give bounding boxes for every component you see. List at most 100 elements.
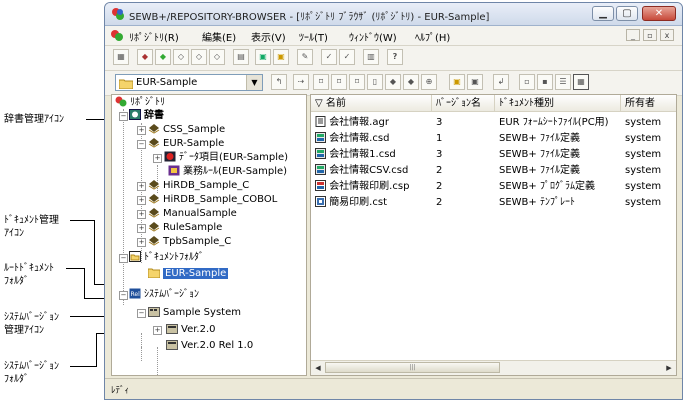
scroll-right-icon[interactable]: ▶ xyxy=(663,362,675,374)
tree-expander[interactable]: + xyxy=(153,154,162,163)
menu-repository[interactable]: ﾘﾎﾟｼﾞﾄﾘ(R) xyxy=(129,29,179,44)
maximize-button[interactable]: ▢ xyxy=(616,6,638,21)
tree-expander[interactable]: + xyxy=(137,126,146,135)
tb-tool-icon[interactable]: ⌑ xyxy=(349,74,365,90)
tree-document-folder[interactable]: ﾄﾞｷｭﾒﾝﾄﾌｫﾙﾀﾞ xyxy=(129,251,204,265)
tb-tool-icon[interactable]: ▣ xyxy=(467,74,483,90)
tb-tool-icon[interactable]: ⌑ xyxy=(313,74,329,90)
tree-item-rule-sample[interactable]: RuleSample xyxy=(148,221,222,235)
tb-tool-icon[interactable]: ▯ xyxy=(367,74,383,90)
menu-bar: ﾘﾎﾟｼﾞﾄﾘ(R) 編集(E) 表示(V) ﾂｰﾙ(T) ｳｨﾝﾄﾞｳ(W) … xyxy=(105,26,682,46)
mdi-restore-button[interactable]: ▫ xyxy=(643,29,657,41)
tree-item-hirdb-cobol[interactable]: HiRDB_Sample_COBOL xyxy=(148,193,277,207)
tree-item-manual-sample[interactable]: ManualSample xyxy=(148,207,237,221)
horizontal-scrollbar[interactable]: ◀ ||| ▶ xyxy=(311,360,676,375)
table-row[interactable]: 会社情報.csd 1 SEWB+ ﾌｧｲﾙ定義 system xyxy=(311,131,676,146)
tb-tool-icon[interactable]: ◇ xyxy=(209,49,225,65)
tb-check-icon[interactable]: ✓ xyxy=(321,49,337,65)
tree-expander[interactable]: − xyxy=(119,254,128,263)
tb-tool-icon[interactable]: ◇ xyxy=(173,49,189,65)
tb-help-icon[interactable]: ? xyxy=(387,49,403,65)
tree-expander[interactable]: + xyxy=(137,182,146,191)
scroll-left-icon[interactable]: ◀ xyxy=(312,362,324,374)
table-row[interactable]: 会社情報.agr 3 EUR ﾌｫｰﾑｼｰﾄﾌｧｲﾙ(PC用) system xyxy=(311,115,676,130)
dictionary-book-icon xyxy=(148,208,160,218)
tree-expander[interactable]: + xyxy=(153,326,162,335)
tree-root[interactable]: ﾘﾎﾟｼﾞﾄﾘ xyxy=(115,96,165,110)
file-definition-icon xyxy=(315,132,326,143)
tree-item-eur-sample[interactable]: EUR-Sample xyxy=(148,137,224,151)
tb-tool-icon[interactable]: ▣ xyxy=(449,74,465,90)
tree-version-2-0[interactable]: Ver.2.0 xyxy=(166,323,216,337)
tree-expander[interactable]: + xyxy=(137,224,146,233)
menu-window[interactable]: ｳｨﾝﾄﾞｳ(W) xyxy=(349,29,397,44)
tree-expander[interactable]: − xyxy=(119,291,128,300)
tree-item-hirdb-c[interactable]: HiRDB_Sample_C xyxy=(148,179,249,193)
column-header-type[interactable]: ﾄﾞｷｭﾒﾝﾄ種別 xyxy=(495,95,621,112)
dictionary-book-icon xyxy=(148,222,160,232)
menu-help[interactable]: ﾍﾙﾌﾟ(H) xyxy=(415,29,450,44)
tb-check-icon[interactable]: ✓ xyxy=(339,49,355,65)
tb-up-icon[interactable]: ↰ xyxy=(271,74,287,90)
tb-large-icons[interactable]: ▫ xyxy=(519,74,535,90)
tb-tool-icon[interactable]: ◆ xyxy=(155,49,171,65)
tree-expander[interactable]: − xyxy=(137,140,146,149)
callout-document-icon: ﾄﾞｷｭﾒﾝﾄ管理 ｱｲｺﾝ xyxy=(4,215,59,239)
tb-tool-icon[interactable]: ◆ xyxy=(403,74,419,90)
tb-tool-icon[interactable]: ⊕ xyxy=(421,74,437,90)
tb-list-view[interactable]: ☰ xyxy=(555,74,571,90)
app-window: SEWB+/REPOSITORY-BROWSER - [ﾘﾎﾟｼﾞﾄﾘ ﾌﾞﾗｳ… xyxy=(104,2,683,400)
tb-tool-icon[interactable]: ↲ xyxy=(493,74,509,90)
column-header-version[interactable]: ﾊﾞｰｼﾞｮﾝ名 xyxy=(432,95,495,112)
app-icon xyxy=(112,8,124,20)
template-icon xyxy=(315,196,326,207)
table-row[interactable]: 会社情報1.csd 3 SEWB+ ﾌｧｲﾙ定義 system xyxy=(311,147,676,162)
tree-root-document-folder[interactable]: EUR-Sample xyxy=(148,267,229,281)
tb-tool-icon[interactable]: ◆ xyxy=(137,49,153,65)
tb-tool-icon[interactable]: ⇢ xyxy=(293,74,309,90)
mdi-minimize-button[interactable]: _ xyxy=(626,29,640,41)
close-button[interactable]: ✕ xyxy=(642,6,676,21)
tree-expander[interactable]: + xyxy=(137,196,146,205)
tb-new-icon[interactable]: ▦ xyxy=(113,49,129,65)
tree-expander[interactable]: − xyxy=(137,309,146,318)
tb-tool-icon[interactable]: ⌑ xyxy=(331,74,347,90)
tb-tool-icon[interactable]: ▣ xyxy=(255,49,271,65)
tree-expander[interactable]: + xyxy=(137,238,146,247)
callout-line xyxy=(94,220,95,284)
table-row[interactable]: 会社情報CSV.csd 2 SEWB+ ﾌｧｲﾙ定義 system xyxy=(311,163,676,178)
mdi-close-button[interactable]: x xyxy=(660,29,674,41)
tb-tool-icon[interactable]: ▤ xyxy=(233,49,249,65)
menu-edit[interactable]: 編集(E) xyxy=(202,29,236,44)
tb-tool-icon[interactable]: ▣ xyxy=(273,49,289,65)
app-menu-icon[interactable] xyxy=(110,29,124,42)
column-header-name[interactable]: ▽ 名前 xyxy=(311,95,432,112)
svg-text:Rel: Rel xyxy=(131,291,141,298)
minimize-button[interactable]: ▁ xyxy=(592,6,614,21)
table-row[interactable]: 簡易印刷.cst 2 SEWB+ ﾃﾝﾌﾟﾚｰﾄ system xyxy=(311,195,676,210)
scroll-thumb[interactable]: ||| xyxy=(325,362,500,373)
tree-version-2-0-rel[interactable]: Ver.2.0 Rel 1.0 xyxy=(166,339,253,353)
chevron-down-icon[interactable]: ▼ xyxy=(246,75,262,90)
tree-item-business-rules[interactable]: 業務ﾙｰﾙ(EUR-Sample) xyxy=(168,165,287,179)
tree-item-data-items[interactable]: ﾃﾞｰﾀ項目(EUR-Sample) xyxy=(164,151,288,165)
tree-item-css-sample[interactable]: CSS_Sample xyxy=(148,123,225,137)
column-header-owner[interactable]: 所有者 xyxy=(621,95,676,112)
repository-combo[interactable]: EUR-Sample ▼ xyxy=(115,74,263,91)
tb-properties-icon[interactable]: ▥ xyxy=(363,49,379,65)
tb-details-view[interactable]: ▦ xyxy=(573,74,589,90)
tb-tool-icon[interactable]: ◆ xyxy=(385,74,401,90)
tree-expander[interactable]: − xyxy=(119,112,128,121)
tree-dictionary[interactable]: 辞書 xyxy=(129,109,164,123)
tree-expander[interactable]: + xyxy=(137,210,146,219)
tree-sample-system[interactable]: Sample System xyxy=(148,306,241,320)
callout-line xyxy=(96,333,97,367)
tb-small-icons[interactable]: ▪ xyxy=(537,74,553,90)
tree-item-tpb-sample[interactable]: TpbSample_C xyxy=(148,235,231,249)
tb-tool-icon[interactable]: ◇ xyxy=(191,49,207,65)
menu-tools[interactable]: ﾂｰﾙ(T) xyxy=(299,29,328,44)
tb-tool-icon[interactable]: ✎ xyxy=(297,49,313,65)
table-row[interactable]: 会社情報印刷.csp 2 SEWB+ ﾌﾟﾛｸﾞﾗﾑ定義 system xyxy=(311,179,676,194)
menu-view[interactable]: 表示(V) xyxy=(251,29,286,44)
tree-system-version[interactable]: Rel ｼｽﾃﾑﾊﾞｰｼﾞｮﾝ xyxy=(129,288,199,302)
